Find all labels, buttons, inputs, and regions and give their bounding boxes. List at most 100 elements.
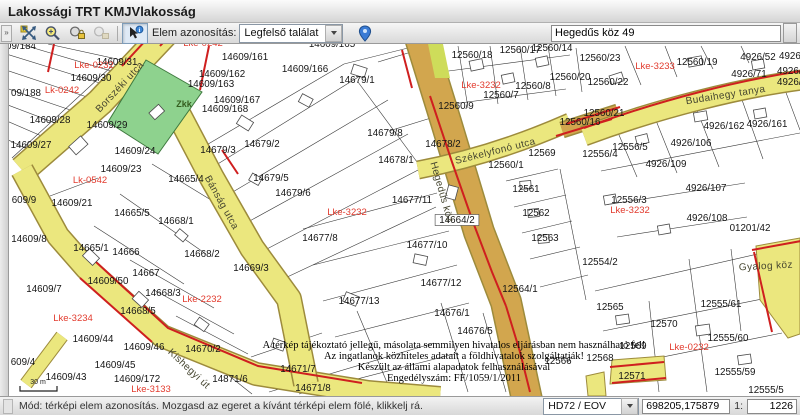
parcel-label: 14609/28 xyxy=(30,115,71,126)
toolbar-separator xyxy=(117,26,118,41)
watermark-line: Engedélyszám: FF/1059/1/2011 xyxy=(387,373,521,384)
parcel-label: 12565 xyxy=(596,302,624,313)
parcel-label: 4926/106 xyxy=(671,138,712,149)
parcel-label: 14679/3 xyxy=(200,145,236,156)
parcel-label: 01201/42 xyxy=(730,223,771,234)
parcel-label: 14678/1 xyxy=(378,155,413,166)
parcel-label: 14668/5 xyxy=(120,306,156,317)
zoom-lock-disabled-icon xyxy=(92,25,110,41)
parcel-label: 14609/166 xyxy=(282,64,329,75)
zone-label: Lke-0242 xyxy=(183,44,223,49)
identify-mode-select[interactable]: Legfelső találat xyxy=(239,24,343,43)
parcel-label: 4926/5 xyxy=(779,51,800,62)
title-bar: Lakossági TRT KMJVlakosság xyxy=(0,0,800,23)
scale-field[interactable] xyxy=(747,399,797,414)
parcel-label: 14671/8 xyxy=(295,383,331,394)
zoom-in-button[interactable] xyxy=(41,24,65,43)
parcel-label: 4926/161 xyxy=(747,119,788,130)
parcel-label: 4926/107 xyxy=(686,183,727,194)
watermark-line: Az ingatlanok közhiteles adatait a földh… xyxy=(324,351,584,362)
parcel-label: 14609/43 xyxy=(46,372,87,383)
parcel-label: 4926/5 xyxy=(777,77,800,88)
parcel-label: 14679/5 xyxy=(253,173,289,184)
parcel-label: 12568 xyxy=(586,353,614,364)
parcel-label: 14609/44 xyxy=(73,334,114,345)
parcel-label: 4926/71 xyxy=(731,69,766,80)
parcel-label: 14668/3 xyxy=(145,288,181,299)
parcel-label: 12560/20 xyxy=(550,72,591,83)
parcel-label: 12556/4 xyxy=(582,149,618,160)
coordinates-field[interactable] xyxy=(642,399,730,414)
parcel-label: 14609/27 xyxy=(11,140,52,151)
parcel-label: 14609/21 xyxy=(52,198,93,209)
parcel-label: 14609/7 xyxy=(26,284,61,295)
zoom-lock-disabled-button[interactable] xyxy=(89,24,113,43)
parcel-label: 609/9 xyxy=(12,195,37,206)
parcel-label: 4926/162 xyxy=(704,121,745,132)
chevron-down-icon[interactable] xyxy=(621,398,638,415)
identify-tool-button[interactable]: i xyxy=(122,23,148,44)
chevron-down-icon[interactable] xyxy=(325,25,342,42)
status-bar: Mód: térképi elem azonosítás. Mozgasd az… xyxy=(0,396,800,415)
zoom-in-icon xyxy=(44,25,62,41)
parcel-label: 12562 xyxy=(522,208,549,219)
zoom-lock-icon xyxy=(68,25,86,41)
parcel-label: 12560/1 xyxy=(488,160,523,171)
toolbar: » i xyxy=(0,23,800,44)
parcel-label: 12555/5 xyxy=(748,385,784,396)
parcel-label: 12561 xyxy=(512,184,539,195)
search-go-button[interactable] xyxy=(783,23,797,43)
zone-label: Lke-3232 xyxy=(327,207,367,218)
map-canvas[interactable]: 30 m 09/18414609/3114609/3009/18814609/2… xyxy=(0,44,800,396)
search-area xyxy=(551,23,797,43)
status-right-controls: HD72 / EOV 1: xyxy=(543,398,797,415)
search-input[interactable] xyxy=(551,25,781,42)
parcel-label: 14679/1 xyxy=(339,75,374,86)
parcel-label: 14665/4 xyxy=(168,174,204,185)
parcel-label: 14666 xyxy=(112,247,140,258)
parcel-label: 14609/163 xyxy=(188,79,235,90)
parcel-label: 12560/22 xyxy=(588,77,629,88)
parcel-label: 12560/19 xyxy=(677,57,718,68)
parcel-label: 14609/24 xyxy=(115,146,156,157)
parcel-label: 14871/6 xyxy=(212,374,248,385)
parcel-label: 14677/12 xyxy=(421,278,462,289)
parcel-label: 14678/2 xyxy=(425,139,460,150)
parcel-label: 12563 xyxy=(531,233,559,244)
parcel-label: 14679/8 xyxy=(367,128,403,139)
zone-label: Lk-0242 xyxy=(45,85,79,96)
parcel-label: 14609/30 xyxy=(71,73,112,84)
parcel-label: 12560/14 xyxy=(532,44,573,54)
pin-button[interactable] xyxy=(353,24,377,43)
parcel-label: 14679/6 xyxy=(275,188,311,199)
panel-collapse-button[interactable]: » xyxy=(1,25,12,42)
projection-select[interactable]: HD72 / EOV xyxy=(543,398,639,415)
parcel-label: 14667 xyxy=(132,268,159,279)
parcel-label: 14677/8 xyxy=(302,233,338,244)
zone-label: Lke-3232 xyxy=(461,80,501,91)
pan-button[interactable] xyxy=(17,24,41,43)
status-grip-icon[interactable] xyxy=(3,399,13,414)
parcel-label: 14669/3 xyxy=(233,263,269,274)
parcel-label: 14668/1 xyxy=(158,216,193,227)
parcel-label: 14609/161 xyxy=(222,52,268,63)
watermark-line: A térkép tájékoztató jellegű, másolata s… xyxy=(263,340,646,351)
side-panel-splitter[interactable] xyxy=(0,44,9,396)
scale-bar-label: 30 m xyxy=(30,379,46,386)
parcel-label: 12560/7 xyxy=(483,90,518,101)
parcel-label: 4926/109 xyxy=(646,159,687,170)
zone-label: Lke-3233 xyxy=(635,61,675,72)
parcel-label: 14609/45 xyxy=(95,360,136,371)
parcel-label: 12571 xyxy=(618,371,645,382)
status-mode-text: Mód: térképi elem azonosítás. Mozgasd az… xyxy=(19,400,423,412)
zoom-lock-button[interactable] xyxy=(65,24,89,43)
parcel-label: 12555/61 xyxy=(701,299,742,310)
zone-label: Lke-3234 xyxy=(53,313,93,324)
parcel-label: 4926/8 xyxy=(777,66,800,77)
parcel-label: 14676/1 xyxy=(434,308,469,319)
parcel-label: 14665/5 xyxy=(114,208,150,219)
parcel-label: 12560/9 xyxy=(438,101,473,112)
zone-label: Lke-3133 xyxy=(131,384,171,395)
parcel-label: 14677/10 xyxy=(407,240,448,251)
parcel-label: 14609/23 xyxy=(101,164,142,175)
